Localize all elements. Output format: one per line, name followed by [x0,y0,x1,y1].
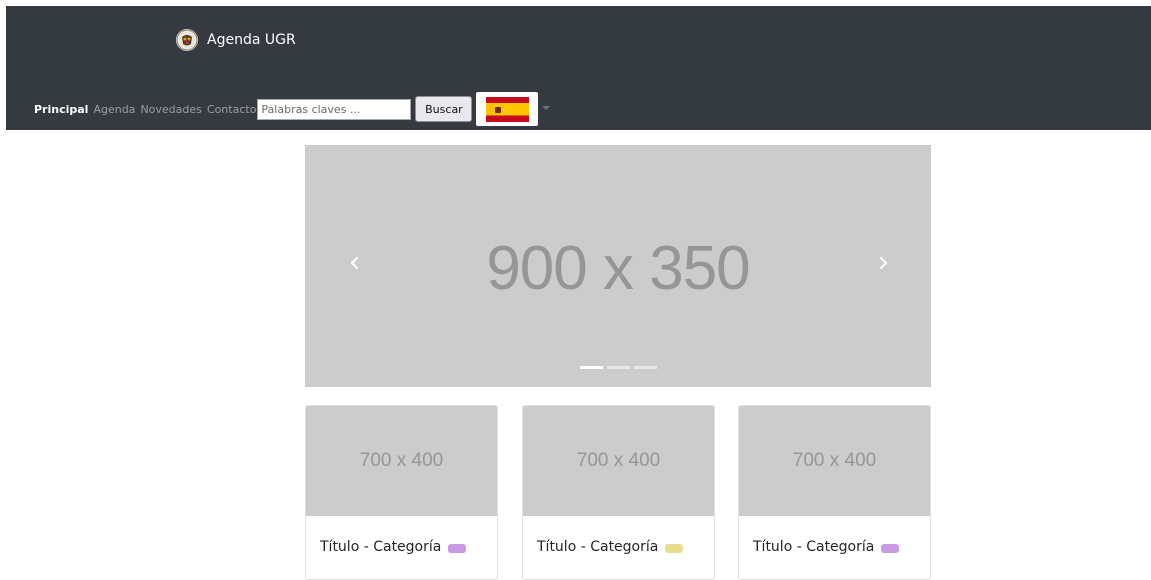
language-dropdown-button[interactable] [476,92,551,126]
card-image-placeholder: 700 x 400 [739,406,930,516]
event-card-3[interactable]: 700 x 400 Título - Categoría [738,405,931,580]
nav-link-principal[interactable]: Principal [34,103,88,116]
card-image-placeholder: 700 x 400 [523,406,714,516]
nav-link-contacto[interactable]: Contacto [207,103,257,116]
nav-link-agenda[interactable]: Agenda [93,103,135,116]
card-title: Título - Categoría [753,539,875,555]
nav-link-novedades[interactable]: Novedades [140,103,201,116]
card-title: Título - Categoría [320,539,442,555]
top-navbar: Agenda UGR Principal Agenda Novedades Co… [6,6,1151,130]
spain-flag-icon [485,96,529,122]
card-title-row: Título - Categoría [753,539,900,555]
category-badge [881,543,900,553]
carousel-indicator-3[interactable] [634,366,657,369]
brand[interactable]: Agenda UGR [176,28,296,52]
nav-row: Principal Agenda Novedades Contacto Busc… [34,92,551,126]
card-title-row: Título - Categoría [320,539,467,555]
category-badge [448,543,467,553]
caret-down-icon [542,106,551,110]
category-badge [665,543,684,553]
carousel-indicators [580,366,661,369]
carousel-slide-placeholder: 900 x 350 [486,234,750,303]
carousel-indicator-1[interactable] [580,366,603,369]
university-crest-icon [176,29,198,51]
search-button[interactable]: Buscar [415,96,473,122]
card-title: Título - Categoría [537,539,659,555]
search-input[interactable] [257,98,412,120]
brand-name: Agenda UGR [207,32,296,48]
chevron-right-icon[interactable] [875,253,891,273]
chevron-left-icon[interactable] [347,253,363,273]
event-card-1[interactable]: 700 x 400 Título - Categoría [305,405,498,580]
card-title-row: Título - Categoría [537,539,684,555]
carousel: 900 x 350 [305,145,931,387]
carousel-indicator-2[interactable] [607,366,630,369]
card-image-placeholder: 700 x 400 [306,406,497,516]
event-card-2[interactable]: 700 x 400 Título - Categoría [522,405,715,580]
